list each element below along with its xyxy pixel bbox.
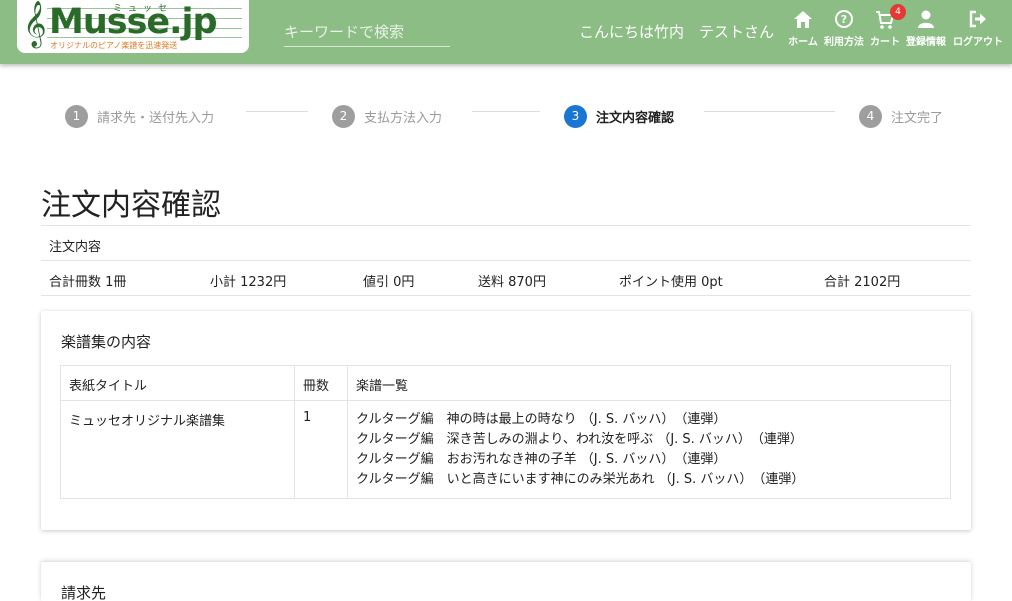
nav-logout[interactable]: ログアウト: [950, 8, 1006, 56]
summary-heading: 注文内容: [41, 226, 971, 261]
logo-tagline: オリジナルのピアノ楽譜を迅速発送: [50, 41, 178, 50]
column-header-count: 冊数: [294, 365, 348, 401]
home-icon: [794, 11, 812, 28]
treble-clef-icon: 𝄞: [23, 1, 47, 47]
score-item: クルターグ編 いと高きにいます神にのみ栄光あれ （J. S. バッハ） （連弾）: [356, 472, 805, 487]
step-label: 支払方法入力: [364, 110, 443, 126]
step-connector: [246, 111, 308, 112]
step-order-confirm: 3 注文内容確認: [564, 104, 674, 128]
user-icon: [918, 10, 934, 28]
user-greeting: こんにちは竹内 テストさん: [579, 23, 775, 41]
app-header: 𝄞 ミュッセ Musse.jp オリジナルのピアノ楽譜を迅速発送 キーワードで検…: [0, 0, 1012, 64]
step-label: 注文内容確認: [596, 110, 675, 126]
discount: 値引 0円: [363, 275, 415, 290]
page-title: 注文内容確認: [41, 188, 221, 223]
nav-home-label: ホーム: [788, 37, 818, 48]
help-icon: ?: [835, 10, 853, 28]
step-number: 4: [859, 104, 882, 128]
logout-icon: [969, 10, 986, 28]
grand-total: 合計 2102円: [824, 275, 901, 290]
step-connector: [704, 111, 835, 112]
subtotal: 小計 1232円: [210, 275, 287, 290]
nav-help-label: 利用方法: [824, 37, 864, 48]
column-header-cover-title: 表紙タイトル: [60, 365, 295, 401]
svg-text:?: ?: [841, 13, 847, 26]
step-number: 3: [564, 104, 587, 128]
order-summary: 注文内容 合計冊数 1冊 小計 1232円 値引 0円 送料 870円 ポイント…: [41, 225, 971, 296]
points-used: ポイント使用 0pt: [619, 275, 723, 290]
logo-text: Musse.jp: [49, 2, 217, 42]
total-books: 合計冊数 1冊: [49, 275, 127, 290]
step-payment-method: 2 支払方法入力: [332, 104, 442, 128]
billing-card: 請求先: [41, 562, 971, 601]
search-input[interactable]: キーワードで検索: [284, 14, 450, 47]
step-billing-shipping: 1 請求先・送付先入力: [65, 104, 214, 128]
step-label: 注文完了: [891, 110, 944, 126]
column-header-score-list: 楽譜一覧: [347, 365, 951, 401]
score-list-cell: クルターグ編 神の時は最上の時なり （J. S. バッハ） （連弾） クルターグ…: [347, 400, 951, 499]
count-cell: 1: [294, 400, 348, 499]
nav-account-label: 登録情報: [906, 37, 946, 48]
collection-card: 楽譜集の内容 表紙タイトル 冊数 楽譜一覧 ミュッセオリジナル楽譜集 1 クルタ…: [41, 311, 971, 530]
nav-logout-label: ログアウト: [953, 37, 1003, 48]
score-item: クルターグ編 神の時は最上の時なり （J. S. バッハ） （連弾）: [356, 412, 727, 427]
nav-cart-label: カート: [870, 37, 900, 48]
nav-home[interactable]: ホーム: [786, 8, 820, 56]
table-row: ミュッセオリジナル楽譜集 1 クルターグ編 神の時は最上の時なり （J. S. …: [60, 400, 951, 499]
nav-account[interactable]: 登録情報: [903, 8, 949, 56]
summary-row: 合計冊数 1冊 小計 1232円 値引 0円 送料 870円 ポイント使用 0p…: [41, 261, 971, 296]
site-logo[interactable]: 𝄞 ミュッセ Musse.jp オリジナルのピアノ楽譜を迅速発送: [17, 0, 249, 53]
nav-cart[interactable]: 4 カート: [868, 4, 906, 56]
collection-card-title: 楽譜集の内容: [61, 333, 152, 351]
shipping-fee: 送料 870円: [478, 275, 546, 290]
step-order-complete: 4 注文完了: [859, 104, 943, 128]
step-connector: [472, 111, 540, 112]
step-number: 2: [332, 104, 355, 128]
step-number: 1: [65, 104, 88, 128]
step-label: 請求先・送付先入力: [97, 110, 215, 126]
nav-help[interactable]: ? 利用方法: [822, 8, 866, 56]
table-header-row: 表紙タイトル 冊数 楽譜一覧: [60, 365, 951, 401]
collection-table: 表紙タイトル 冊数 楽譜一覧 ミュッセオリジナル楽譜集 1 クルターグ編 神の時…: [60, 365, 951, 499]
score-item: クルターグ編 おお汚れなき神の子羊 （J. S. バッハ） （連弾）: [356, 452, 727, 467]
billing-card-title: 請求先: [61, 584, 107, 601]
score-item: クルターグ編 深き苦しみの淵より、われ汝を呼ぶ （J. S. バッハ） （連弾）: [356, 432, 803, 447]
cover-title-cell: ミュッセオリジナル楽譜集: [60, 400, 295, 499]
